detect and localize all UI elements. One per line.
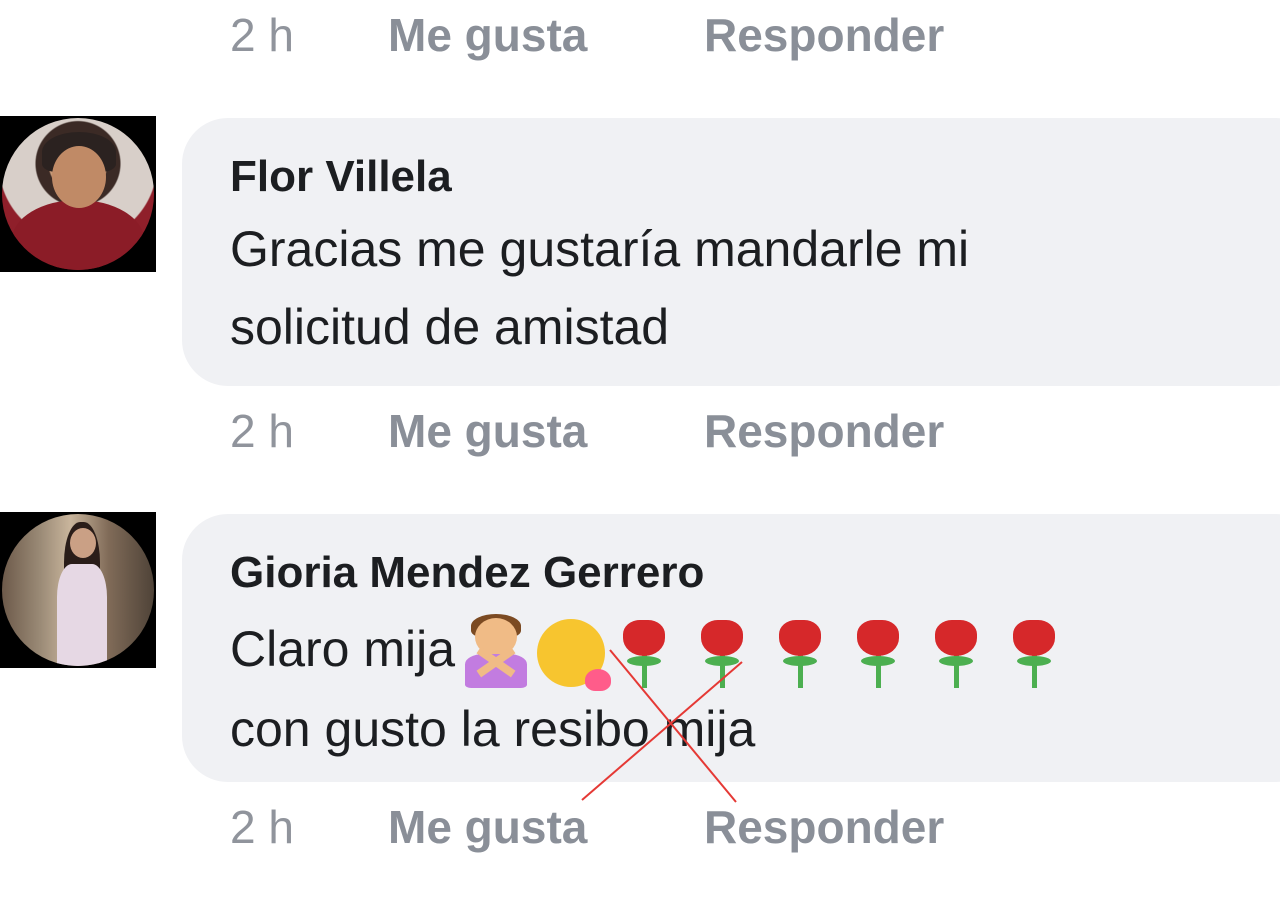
like-button[interactable]: Me gusta (388, 802, 587, 852)
avatar[interactable] (0, 116, 156, 272)
like-button[interactable]: Me gusta (388, 406, 587, 456)
rose-icon (927, 618, 985, 688)
comment-text-line-1: Claro mija (230, 610, 1230, 691)
comment-time: 2 h (230, 801, 294, 853)
reply-button[interactable]: Responder (704, 802, 944, 852)
rose-icon (693, 618, 751, 688)
rose-icon (615, 618, 673, 688)
avatar-photo (2, 514, 154, 666)
comment-actions-row: 2 h Me gusta Responder (230, 801, 944, 853)
reply-button[interactable]: Responder (704, 10, 944, 60)
like-button[interactable]: Me gusta (388, 10, 587, 60)
comment-text-line: Gracias me gustaría mandarle mi (230, 221, 970, 277)
comment-text-line: con gusto la resibo mija (230, 701, 756, 757)
comment-author[interactable]: Gioria Mendez Gerrero (230, 548, 704, 598)
comment-time: 2 h (230, 9, 294, 61)
comment-bubble: Flor Villela Gracias me gustaría mandarl… (182, 118, 1280, 386)
face-blowing-kiss-icon (537, 618, 612, 691)
avatar-photo (2, 118, 154, 270)
avatar[interactable] (0, 512, 156, 668)
reply-button[interactable]: Responder (704, 406, 944, 456)
rose-icon (771, 618, 829, 688)
comment-text-line: solicitud de amistad (230, 299, 670, 355)
woman-gesturing-no-icon (461, 613, 531, 688)
rose-icon (1005, 618, 1063, 688)
rose-icon (849, 618, 907, 688)
comment-text: Claro mija (230, 621, 456, 677)
comment-author[interactable]: Flor Villela (230, 152, 452, 202)
comment-actions-row: 2 h Me gusta Responder (230, 405, 944, 457)
comment-actions-row: 2 h Me gusta Responder (230, 9, 944, 61)
comment-bubble: Gioria Mendez Gerrero Claro mija con gus… (182, 514, 1280, 782)
comment-time: 2 h (230, 405, 294, 457)
